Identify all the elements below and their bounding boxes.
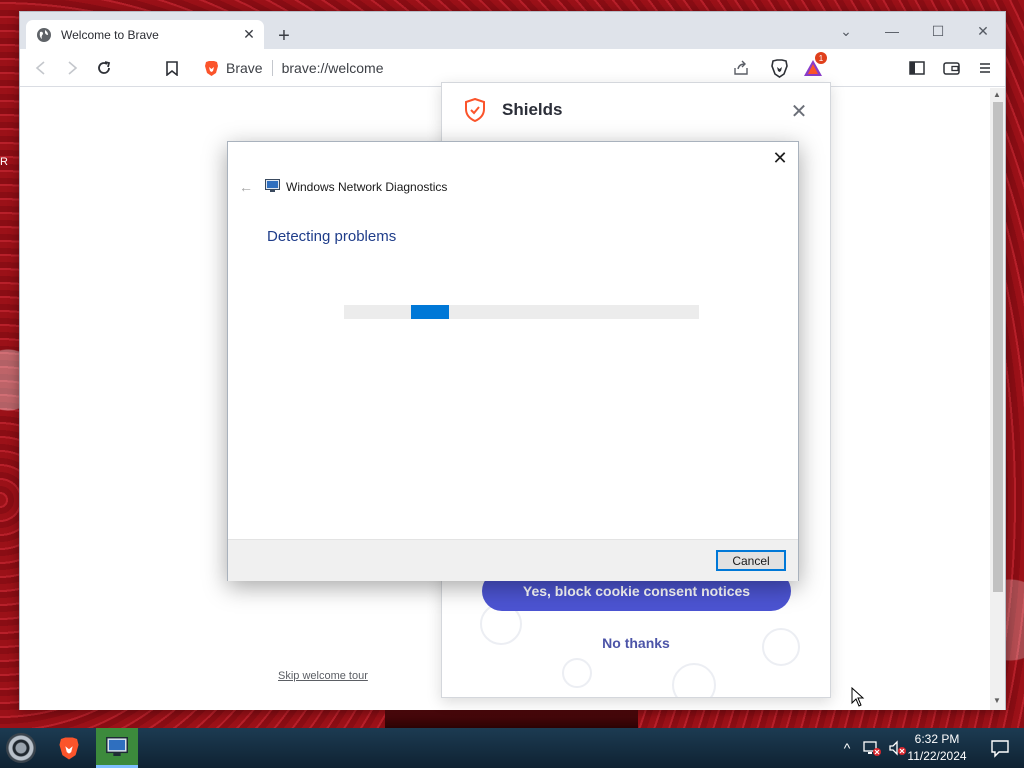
dialog-heading: Detecting problems <box>267 228 397 245</box>
brave-lion-icon <box>59 737 79 759</box>
shields-icon <box>465 98 485 122</box>
address-divider <box>271 60 273 76</box>
hamburger-menu-icon <box>980 63 990 73</box>
brave-lion-icon <box>205 60 218 76</box>
clock-date: 11/22/2024 <box>907 749 967 763</box>
skip-welcome-tour-link[interactable]: Skip welcome tour <box>278 670 368 682</box>
url-text: brave://welcome <box>281 60 384 76</box>
progress-bar <box>344 305 699 319</box>
shields-close-icon[interactable]: ✕ <box>788 100 810 123</box>
back-button[interactable] <box>28 55 54 81</box>
wallet-button[interactable] <box>938 55 964 81</box>
share-button[interactable] <box>728 55 754 81</box>
taskbar-brave-button[interactable] <box>48 728 90 768</box>
main-menu-button[interactable] <box>972 55 998 81</box>
network-diagnostics-icon <box>265 179 280 192</box>
dialog-title: Windows Network Diagnostics <box>286 180 448 194</box>
system-tray: ^ <box>838 728 908 768</box>
mouse-cursor-icon <box>851 687 865 707</box>
desktop-text-fragment: R <box>0 156 8 168</box>
reload-icon <box>98 61 111 74</box>
tab-welcome[interactable]: Welcome to Brave ✕ <box>26 20 264 49</box>
dialog-footer: Cancel <box>228 539 798 581</box>
dialog-back-arrow-icon[interactable]: ← <box>236 178 256 196</box>
sidebar-toggle-button[interactable] <box>904 55 930 81</box>
tab-strip: Welcome to Brave ✕ + ⌄ — ☐ ✕ <box>20 12 1005 49</box>
tray-expand-icon[interactable]: ^ <box>838 740 856 756</box>
scroll-down-arrow-icon[interactable]: ▼ <box>993 696 1001 705</box>
bookmark-icon <box>166 60 178 76</box>
no-thanks-button[interactable]: No thanks <box>442 635 830 651</box>
back-arrow-icon <box>35 61 45 75</box>
maximize-button[interactable]: ☐ <box>918 18 958 44</box>
forward-arrow-icon <box>68 61 78 75</box>
sidebar-icon <box>909 61 925 75</box>
cancel-button[interactable]: Cancel <box>716 550 786 571</box>
network-disconnected-icon[interactable] <box>862 740 882 756</box>
tab-search-chevron-icon[interactable]: ⌄ <box>826 18 866 44</box>
brave-rewards-button[interactable]: 1 <box>800 52 827 81</box>
reload-button[interactable] <box>91 55 117 81</box>
clock-time: 6:32 PM <box>914 732 960 746</box>
address-bar[interactable]: Brave brave://welcome <box>196 54 783 82</box>
forward-button[interactable] <box>59 55 85 81</box>
share-icon <box>734 60 748 75</box>
taskbar-network-diagnostics-button[interactable] <box>96 728 138 768</box>
tab-close-icon[interactable]: ✕ <box>238 24 260 46</box>
taskbar: ^ 6:32 PM 11/22/2024 <box>0 728 1024 768</box>
brave-shields-lion-icon <box>770 58 788 78</box>
rewards-badge: 1 <box>815 52 827 64</box>
minimize-button[interactable]: — <box>872 18 912 44</box>
site-label: Brave <box>226 60 263 76</box>
decorative-circle <box>672 663 716 697</box>
shields-title: Shields <box>502 100 563 119</box>
close-window-button[interactable]: ✕ <box>963 18 1003 44</box>
wallet-icon <box>942 62 960 75</box>
scroll-up-arrow-icon[interactable]: ▲ <box>993 90 1001 99</box>
globe-icon <box>37 27 51 42</box>
tab-title: Welcome to Brave <box>61 27 159 42</box>
bookmark-button[interactable] <box>159 55 185 81</box>
action-center-icon[interactable] <box>990 738 1010 758</box>
shields-header: Shields <box>464 98 562 122</box>
desktop-background-window <box>385 708 638 728</box>
start-button[interactable] <box>6 733 36 763</box>
dialog-close-icon[interactable]: ✕ <box>768 147 792 169</box>
taskbar-clock[interactable]: 6:32 PM 11/22/2024 <box>902 731 972 765</box>
page-scrollbar[interactable]: ▲ ▼ <box>990 88 1005 710</box>
new-tab-button[interactable]: + <box>272 24 296 48</box>
network-diagnostics-dialog: ✕ ← Windows Network Diagnostics Detectin… <box>227 141 799 581</box>
progress-indicator <box>411 305 449 319</box>
network-diagnostics-icon <box>106 737 128 756</box>
decorative-circle <box>562 658 592 688</box>
brave-shields-button[interactable] <box>766 55 792 81</box>
scrollbar-thumb[interactable] <box>993 102 1003 592</box>
